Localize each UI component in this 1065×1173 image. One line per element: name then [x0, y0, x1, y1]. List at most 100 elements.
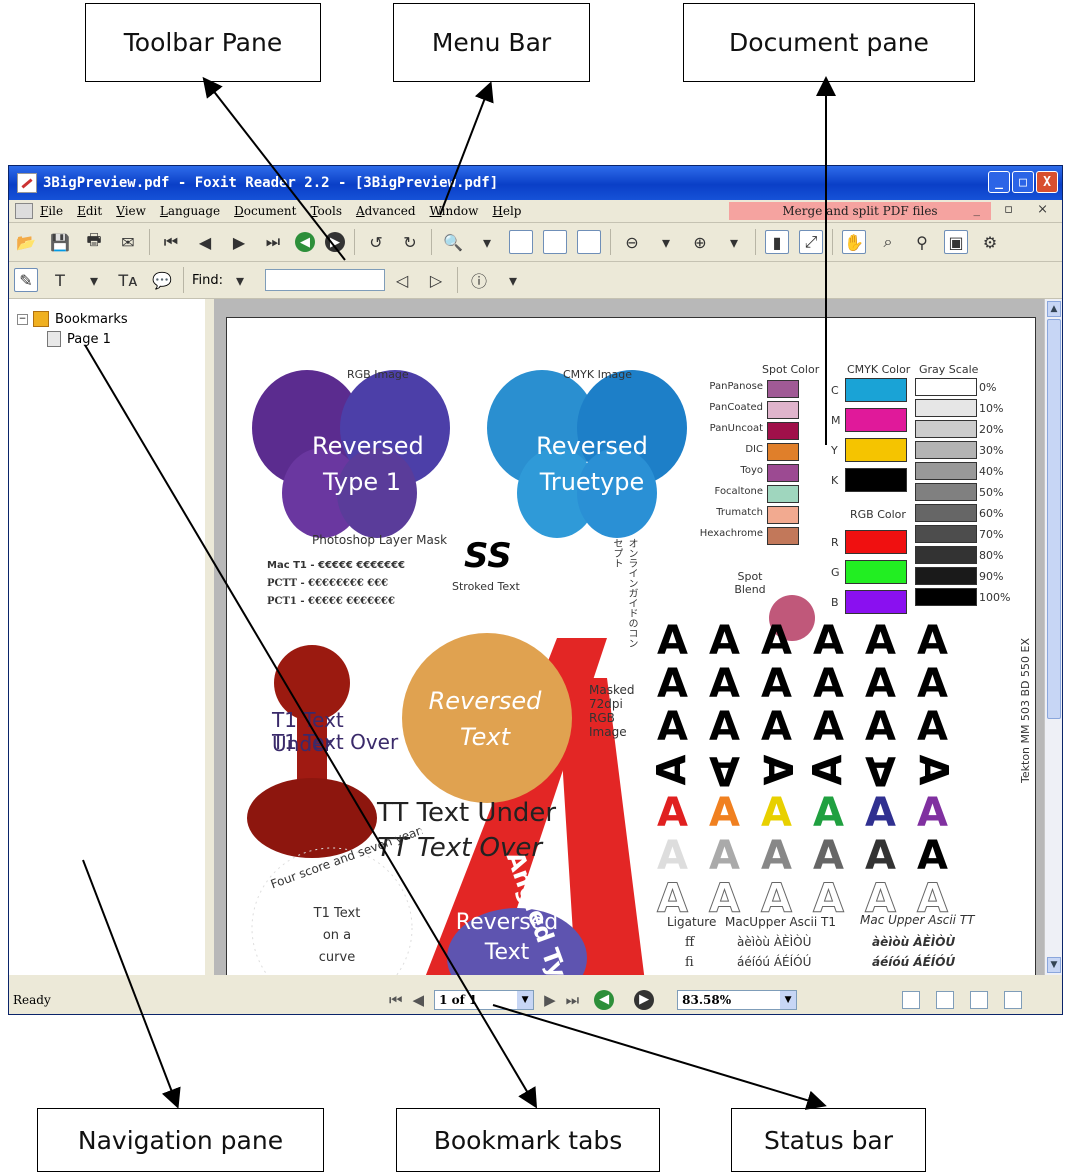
- rotate-right-icon[interactable]: ↻: [398, 230, 422, 254]
- ligature-ff: ff: [685, 935, 695, 950]
- note-edit-icon[interactable]: ✎: [14, 268, 38, 292]
- find-next-icon[interactable]: ▷: [424, 268, 448, 292]
- bookmark-page-1[interactable]: Page 1: [47, 329, 128, 349]
- zoom-dropdown-icon[interactable]: ▾: [475, 230, 499, 254]
- glyph-a-sample: A: [657, 790, 688, 836]
- callout-status-bar: Status bar: [731, 1108, 926, 1172]
- curve-text-label: T1 Text on a curve: [313, 906, 361, 965]
- glyph-a-sample: A: [761, 618, 792, 664]
- text-select-icon[interactable]: ⌕: [876, 230, 900, 254]
- collapse-toggle[interactable]: −: [17, 313, 28, 325]
- glyph-a-sample: A: [813, 704, 844, 750]
- open-folder-icon[interactable]: 📂: [14, 230, 38, 254]
- find-input[interactable]: [265, 269, 386, 291]
- print-icon[interactable]: 🖶: [82, 230, 106, 254]
- masked-image-label: Masked 72dpi RGB Image: [589, 683, 635, 739]
- scroll-up-icon[interactable]: ▲: [1047, 301, 1061, 317]
- menu-document[interactable]: Document: [234, 204, 296, 218]
- go-back-icon[interactable]: ◀: [295, 232, 315, 252]
- menu-advanced[interactable]: Advanced: [356, 204, 416, 218]
- typewriter-text-icon[interactable]: Tᴀ: [116, 268, 140, 292]
- full-screen-icon[interactable]: ⤢: [799, 230, 823, 254]
- comment-icon[interactable]: 💬: [150, 268, 174, 292]
- zoom-out-dropdown-icon[interactable]: ▾: [654, 230, 678, 254]
- maximize-button[interactable]: □: [1012, 171, 1034, 193]
- zoom-out-icon[interactable]: ⊖: [620, 230, 644, 254]
- zoom-in-dropdown-icon[interactable]: ▾: [722, 230, 746, 254]
- gray-swatch: [915, 567, 977, 585]
- hand-tool-icon[interactable]: ✋: [842, 230, 866, 254]
- gray-percent-label: 80%: [979, 549, 1004, 562]
- continuous-view-icon[interactable]: [936, 990, 954, 1009]
- single-page-view-icon[interactable]: [902, 990, 920, 1009]
- go-back-icon[interactable]: ◀: [594, 989, 615, 1010]
- menu-edit[interactable]: Edit: [77, 204, 102, 218]
- spot-color-swatch: [767, 485, 799, 503]
- previous-page-icon[interactable]: ◀: [193, 230, 217, 254]
- menu-tools[interactable]: Tools: [310, 204, 342, 218]
- highlight-dropdown-icon[interactable]: ▾: [82, 268, 106, 292]
- merge-split-ad-banner[interactable]: Merge and split PDF files: [729, 202, 991, 220]
- email-icon[interactable]: ✉: [116, 230, 140, 254]
- chevron-down-icon[interactable]: ▼: [780, 990, 797, 1009]
- zoom-field[interactable]: 83.58% ▼: [677, 989, 798, 1010]
- vertical-scrollbar[interactable]: ▲ ▼: [1044, 299, 1062, 975]
- menu-language[interactable]: Language: [160, 204, 220, 218]
- go-forward-icon[interactable]: ▶: [634, 989, 655, 1010]
- highlight-tool-icon[interactable]: T: [48, 268, 72, 292]
- title-bar[interactable]: 3BigPreview.pdf - Foxit Reader 2.2 - [3B…: [9, 166, 1062, 200]
- menu-file[interactable]: File: [40, 204, 63, 218]
- zoom-in-tool-icon[interactable]: 🔍: [441, 230, 465, 254]
- facing-view-icon[interactable]: [970, 990, 988, 1009]
- last-page-icon[interactable]: ⏭: [566, 991, 580, 1009]
- last-page-icon[interactable]: ⏭: [261, 230, 285, 254]
- binoculars-icon[interactable]: ⚲: [910, 230, 934, 254]
- first-page-icon[interactable]: ⏮: [159, 230, 183, 254]
- fit-width-icon[interactable]: [577, 230, 601, 254]
- bookmark-root[interactable]: − Bookmarks: [17, 309, 128, 329]
- gray-scale-label: Gray Scale: [919, 363, 979, 376]
- glyph-a-sample: A: [813, 790, 844, 836]
- info-icon[interactable]: ⓘ: [467, 268, 491, 292]
- info-dropdown-icon[interactable]: ▾: [501, 268, 525, 292]
- save-icon[interactable]: 💾: [48, 230, 72, 254]
- minimize-button[interactable]: _: [988, 171, 1010, 193]
- rotate-left-icon[interactable]: ↺: [364, 230, 388, 254]
- glyph-a-sample: A: [753, 754, 800, 786]
- scroll-thumb[interactable]: [1047, 319, 1061, 719]
- menu-window[interactable]: Window: [430, 204, 479, 218]
- rgb-color-label: RGB Color: [850, 508, 906, 521]
- actual-size-icon[interactable]: [509, 230, 533, 254]
- glyph-a-sample: A: [865, 747, 896, 793]
- find-options-icon[interactable]: ▾: [228, 268, 252, 292]
- callout-document-pane: Document pane: [683, 3, 975, 82]
- document-menu-icon[interactable]: [15, 203, 33, 219]
- mdi-controls[interactable]: _ ▫ ×: [974, 202, 1058, 217]
- page-number-field[interactable]: 1 of 1 ▼: [434, 989, 535, 1010]
- menu-view[interactable]: View: [116, 204, 146, 218]
- chevron-down-icon[interactable]: ▼: [517, 990, 534, 1009]
- continuous-facing-view-icon[interactable]: [1004, 990, 1022, 1009]
- menu-help[interactable]: Help: [492, 204, 521, 218]
- find-previous-icon[interactable]: ◁: [390, 268, 414, 292]
- cmyk-letter: C: [831, 384, 839, 397]
- scroll-down-icon[interactable]: ▼: [1047, 957, 1061, 973]
- document-pane[interactable]: RGB Image CMYK Image Reversed Type 1 Rev…: [214, 299, 1044, 975]
- next-page-icon[interactable]: ▶: [227, 230, 251, 254]
- zoom-in-icon[interactable]: ⊕: [688, 230, 712, 254]
- fit-page-icon[interactable]: [543, 230, 567, 254]
- gray-percent-label: 40%: [979, 465, 1004, 478]
- next-page-icon[interactable]: ▶: [544, 991, 556, 1009]
- gray-percent-label: 90%: [979, 570, 1004, 583]
- gray-swatch: [915, 441, 977, 459]
- typewriter-icon[interactable]: ⚙: [978, 230, 1002, 254]
- previous-page-icon[interactable]: ◀: [413, 991, 425, 1009]
- close-button[interactable]: X: [1036, 171, 1058, 193]
- first-page-icon[interactable]: ⏮: [389, 991, 403, 1009]
- snapshot-icon[interactable]: ▣: [944, 230, 968, 254]
- reversed-text-bottom: Reversed Text: [455, 910, 559, 965]
- pane-splitter[interactable]: [205, 299, 214, 975]
- bookmark-tree: − Bookmarks Page 1: [17, 309, 128, 349]
- go-forward-icon[interactable]: ▶: [325, 232, 345, 252]
- bookmark-panel-icon[interactable]: ▮: [765, 230, 789, 254]
